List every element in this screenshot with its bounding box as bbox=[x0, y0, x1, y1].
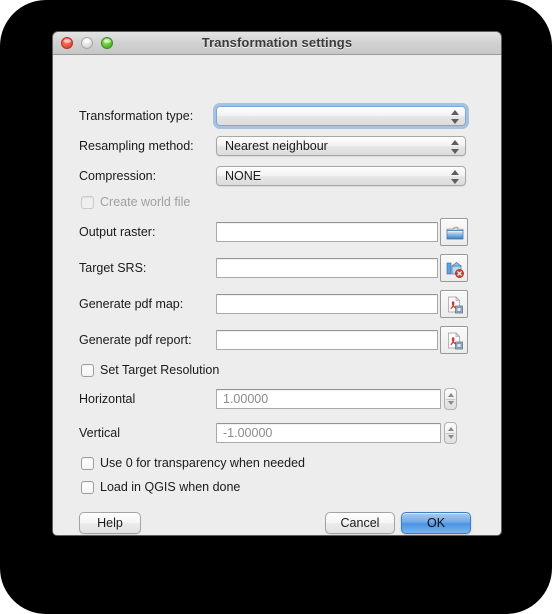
horizontal-input[interactable]: 1.00000 bbox=[216, 389, 441, 409]
output-raster-browse-button[interactable] bbox=[440, 218, 468, 246]
cancel-button[interactable]: Cancel bbox=[325, 512, 395, 534]
dialog-content: Transformation type: Resampling method: … bbox=[53, 55, 501, 535]
horizontal-value: 1.00000 bbox=[223, 392, 269, 406]
crs-select-icon bbox=[446, 262, 464, 278]
chevron-updown-icon bbox=[451, 140, 460, 154]
use-zero-transparency-label: Use 0 for transparency when needed bbox=[100, 456, 305, 470]
resampling-method-value: Nearest neighbour bbox=[225, 139, 328, 153]
generate-pdf-report-browse-button[interactable] bbox=[440, 326, 468, 354]
window-titlebar[interactable]: Transformation settings bbox=[53, 32, 501, 55]
generate-pdf-map-label: Generate pdf map: bbox=[79, 297, 184, 311]
generate-pdf-map-input[interactable] bbox=[216, 294, 438, 314]
set-target-resolution-checkbox bbox=[81, 363, 94, 377]
window-title: Transformation settings bbox=[201, 35, 353, 50]
target-srs-label: Target SRS: bbox=[79, 261, 147, 275]
generate-pdf-report-input[interactable] bbox=[216, 330, 438, 350]
vertical-input[interactable]: -1.00000 bbox=[216, 423, 441, 443]
pdf-file-icon bbox=[448, 332, 463, 350]
target-srs-input[interactable] bbox=[216, 258, 438, 278]
horizontal-label: Horizontal bbox=[79, 392, 136, 406]
vertical-value: -1.00000 bbox=[223, 426, 273, 440]
vertical-label: Vertical bbox=[79, 426, 120, 440]
chevron-updown-icon bbox=[451, 170, 460, 184]
generate-pdf-map-browse-button[interactable] bbox=[440, 290, 468, 318]
compression-combobox[interactable]: NONE bbox=[216, 166, 466, 186]
use-zero-transparency-checkbox-row[interactable]: Use 0 for transparency when needed bbox=[81, 456, 305, 470]
chevron-updown-icon bbox=[451, 110, 460, 124]
horizontal-stepper[interactable] bbox=[444, 388, 457, 410]
resampling-method-combobox[interactable]: Nearest neighbour bbox=[216, 136, 466, 156]
transformation-type-label: Transformation type: bbox=[79, 109, 194, 123]
compression-label: Compression: bbox=[79, 169, 157, 183]
transformation-settings-dialog: Transformation settings Transformation t… bbox=[52, 31, 502, 536]
load-in-qgis-checkbox bbox=[81, 480, 94, 494]
create-world-file-label: Create world file bbox=[100, 195, 191, 209]
ok-button[interactable]: OK bbox=[401, 512, 471, 534]
output-raster-input[interactable] bbox=[216, 222, 438, 242]
create-world-file-checkbox bbox=[81, 195, 94, 209]
set-target-resolution-label: Set Target Resolution bbox=[100, 363, 220, 377]
help-button[interactable]: Help bbox=[79, 512, 141, 534]
transformation-type-combobox[interactable] bbox=[216, 106, 466, 126]
create-world-file-checkbox-row[interactable]: Create world file bbox=[81, 195, 190, 209]
generate-pdf-report-label: Generate pdf report: bbox=[79, 333, 192, 347]
load-in-qgis-checkbox-row[interactable]: Load in QGIS when done bbox=[81, 480, 240, 494]
use-zero-transparency-checkbox bbox=[81, 456, 94, 470]
folder-open-icon bbox=[446, 226, 464, 240]
pdf-file-icon bbox=[448, 296, 463, 314]
resampling-method-label: Resampling method: bbox=[79, 139, 194, 153]
set-target-resolution-checkbox-row[interactable]: Set Target Resolution bbox=[81, 363, 219, 377]
compression-value: NONE bbox=[225, 169, 262, 183]
load-in-qgis-label: Load in QGIS when done bbox=[100, 480, 241, 494]
vertical-stepper[interactable] bbox=[444, 422, 457, 444]
target-srs-browse-button[interactable] bbox=[440, 254, 468, 282]
output-raster-label: Output raster: bbox=[79, 225, 156, 239]
